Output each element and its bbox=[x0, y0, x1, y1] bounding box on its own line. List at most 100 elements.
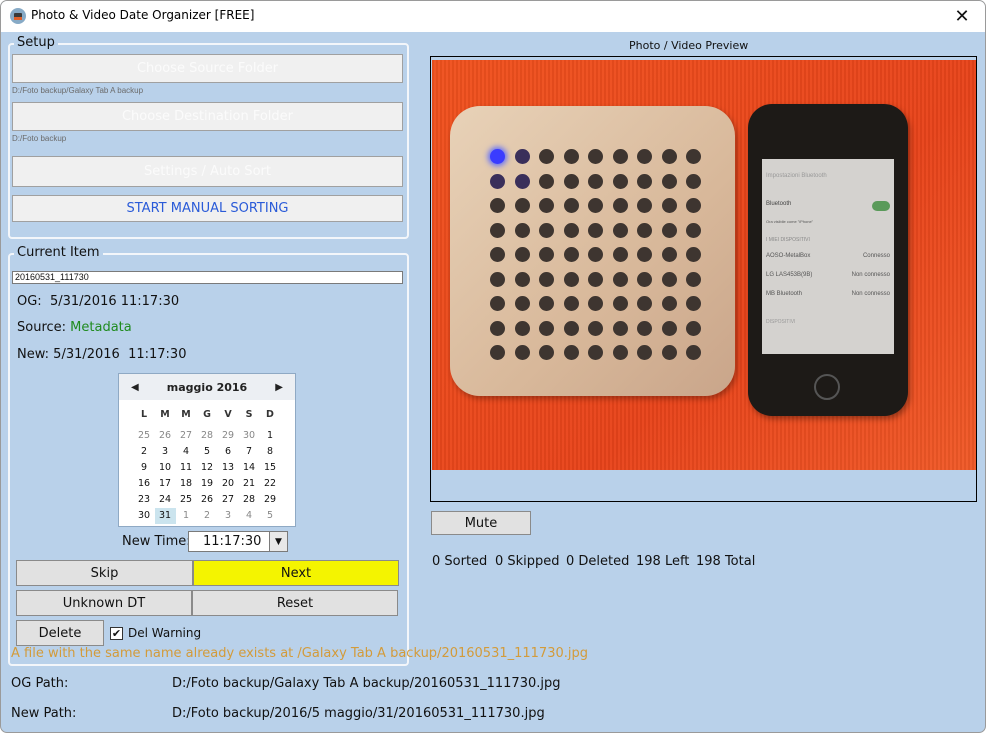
calendar-day[interactable]: 17 bbox=[155, 476, 176, 492]
speaker-hole bbox=[661, 149, 677, 164]
calendar-day[interactable]: 5 bbox=[197, 444, 218, 460]
sorted-count: 0 Sorted bbox=[432, 554, 488, 569]
delete-button[interactable]: Delete bbox=[16, 620, 104, 646]
calendar-day[interactable]: 28 bbox=[197, 428, 218, 444]
calendar-day[interactable]: 5 bbox=[260, 508, 281, 524]
calendar-day[interactable]: 12 bbox=[197, 460, 218, 476]
home-button-image bbox=[814, 374, 840, 400]
calendar-day[interactable]: 29 bbox=[260, 492, 281, 508]
app-camera-icon bbox=[10, 8, 26, 24]
device-name: AOSO-MetalBox bbox=[766, 253, 811, 259]
calendar-day[interactable]: 1 bbox=[260, 428, 281, 444]
speaker-hole bbox=[661, 320, 677, 336]
calendar-day[interactable]: 20 bbox=[218, 476, 239, 492]
calendar-day[interactable]: 13 bbox=[218, 460, 239, 476]
filename-field[interactable]: 20160531_111730 bbox=[12, 271, 403, 284]
calendar-day[interactable]: 28 bbox=[239, 492, 260, 508]
speaker-hole bbox=[588, 247, 603, 262]
speaker-hole bbox=[563, 222, 579, 238]
speaker-hole bbox=[612, 320, 628, 336]
speaker-hole bbox=[539, 173, 554, 189]
calendar-day[interactable]: 30 bbox=[134, 508, 155, 524]
speaker-hole bbox=[612, 247, 628, 262]
window-title: Photo & Video Date Organizer [FREE] bbox=[31, 8, 255, 22]
calendar-day[interactable]: 10 bbox=[155, 460, 176, 476]
calendar-day[interactable]: 6 bbox=[218, 444, 239, 460]
device-status: Non connesso bbox=[851, 272, 890, 278]
skipped-count: 0 Skipped bbox=[495, 554, 560, 569]
calendar-day[interactable]: 21 bbox=[239, 476, 260, 492]
calendar-day[interactable]: 26 bbox=[197, 492, 218, 508]
calendar-day[interactable]: 2 bbox=[197, 508, 218, 524]
reset-button[interactable]: Reset bbox=[192, 590, 398, 616]
calendar-day[interactable]: 1 bbox=[176, 508, 197, 524]
calendar-day[interactable]: 25 bbox=[176, 492, 197, 508]
speaker-hole bbox=[686, 247, 701, 262]
og-date-row: OG: 5/31/2016 11:17:30 bbox=[17, 294, 179, 309]
choose-destination-folder-button[interactable]: Choose Destination Folder bbox=[12, 102, 403, 131]
calendar-day[interactable]: 8 bbox=[260, 444, 281, 460]
calendar-day[interactable]: 11 bbox=[176, 460, 197, 476]
speaker-hole bbox=[686, 222, 701, 238]
device-status: Connesso bbox=[862, 253, 890, 259]
calendar-day[interactable]: 15 bbox=[260, 460, 281, 476]
speaker-hole bbox=[686, 345, 701, 360]
skip-button[interactable]: Skip bbox=[16, 560, 193, 586]
speaker-hole bbox=[490, 198, 505, 213]
calendar-day[interactable]: 30 bbox=[239, 428, 260, 444]
calendar-day[interactable]: 29 bbox=[218, 428, 239, 444]
choose-source-folder-button[interactable]: Choose Source Folder bbox=[12, 54, 403, 83]
calendar-day[interactable]: 4 bbox=[176, 444, 197, 460]
speaker-hole bbox=[514, 345, 530, 360]
total-count: 198 Total bbox=[696, 554, 756, 569]
speaker-hole bbox=[588, 271, 603, 287]
weekday-header: L bbox=[140, 409, 148, 420]
source-path-text: D:/Foto backup/Galaxy Tab A backup bbox=[12, 86, 144, 95]
calendar-day[interactable]: 4 bbox=[239, 508, 260, 524]
calendar-day[interactable]: 9 bbox=[134, 460, 155, 476]
settings-auto-sort-button[interactable]: Settings / Auto Sort bbox=[12, 156, 403, 187]
mute-button[interactable]: Mute bbox=[431, 511, 531, 535]
del-warning-checkbox[interactable]: ✔ bbox=[110, 627, 123, 640]
duplicate-warning-text: A file with the same name already exists… bbox=[11, 646, 588, 661]
speaker-hole bbox=[588, 320, 603, 336]
calendar-day[interactable]: 22 bbox=[260, 476, 281, 492]
calendar-day[interactable]: 3 bbox=[218, 508, 239, 524]
bluetooth-toggle-icon bbox=[872, 201, 890, 211]
speaker-hole bbox=[661, 247, 677, 262]
calendar-day[interactable]: 24 bbox=[155, 492, 176, 508]
speaker-hole bbox=[588, 198, 603, 213]
new-time-input[interactable]: 11:17:30 ▼ bbox=[188, 531, 288, 552]
calendar-day[interactable]: 16 bbox=[134, 476, 155, 492]
calendar-day-selected[interactable]: 31 bbox=[154, 508, 176, 524]
calendar-day[interactable]: 23 bbox=[134, 492, 155, 508]
calendar-day[interactable]: 18 bbox=[176, 476, 197, 492]
new-time-value: 11:17:30 bbox=[203, 534, 262, 549]
calendar-day[interactable]: 7 bbox=[239, 444, 260, 460]
calendar-day[interactable]: 19 bbox=[197, 476, 218, 492]
preview-frame: Impostazioni Bluetooth Bluetooth Ora vis… bbox=[430, 56, 977, 502]
date-calendar[interactable]: ◀ maggio 2016 ▶ L M M G V S D 25 26 27 28 29 30 1 2 3 4 5… bbox=[118, 373, 296, 527]
calendar-day[interactable]: 25 bbox=[134, 428, 155, 444]
calendar-day[interactable]: 27 bbox=[176, 428, 197, 444]
speaker-hole bbox=[661, 271, 677, 287]
prev-month-icon[interactable]: ◀ bbox=[131, 382, 139, 393]
calendar-day[interactable]: 14 bbox=[239, 460, 260, 476]
calendar-day[interactable]: 3 bbox=[155, 444, 176, 460]
next-month-icon[interactable]: ▶ bbox=[275, 382, 283, 393]
speaker-hole bbox=[637, 271, 652, 287]
speaker-hole bbox=[539, 222, 554, 238]
speaker-hole bbox=[539, 345, 554, 360]
calendar-day[interactable]: 2 bbox=[134, 444, 155, 460]
phone-footer: DISPOSITIVI bbox=[766, 319, 796, 325]
close-button[interactable]: ✕ bbox=[939, 1, 985, 32]
device-name: MB Bluetooth bbox=[766, 291, 803, 297]
calendar-header: ◀ maggio 2016 ▶ bbox=[119, 374, 295, 400]
next-button[interactable]: Next bbox=[193, 560, 399, 586]
calendar-day[interactable]: 27 bbox=[218, 492, 239, 508]
unknown-dt-button[interactable]: Unknown DT bbox=[16, 590, 192, 616]
speaker-hole bbox=[686, 320, 701, 336]
calendar-day[interactable]: 26 bbox=[155, 428, 176, 444]
chevron-down-icon[interactable]: ▼ bbox=[269, 532, 287, 551]
start-manual-sorting-button[interactable]: START MANUAL SORTING bbox=[12, 195, 403, 222]
